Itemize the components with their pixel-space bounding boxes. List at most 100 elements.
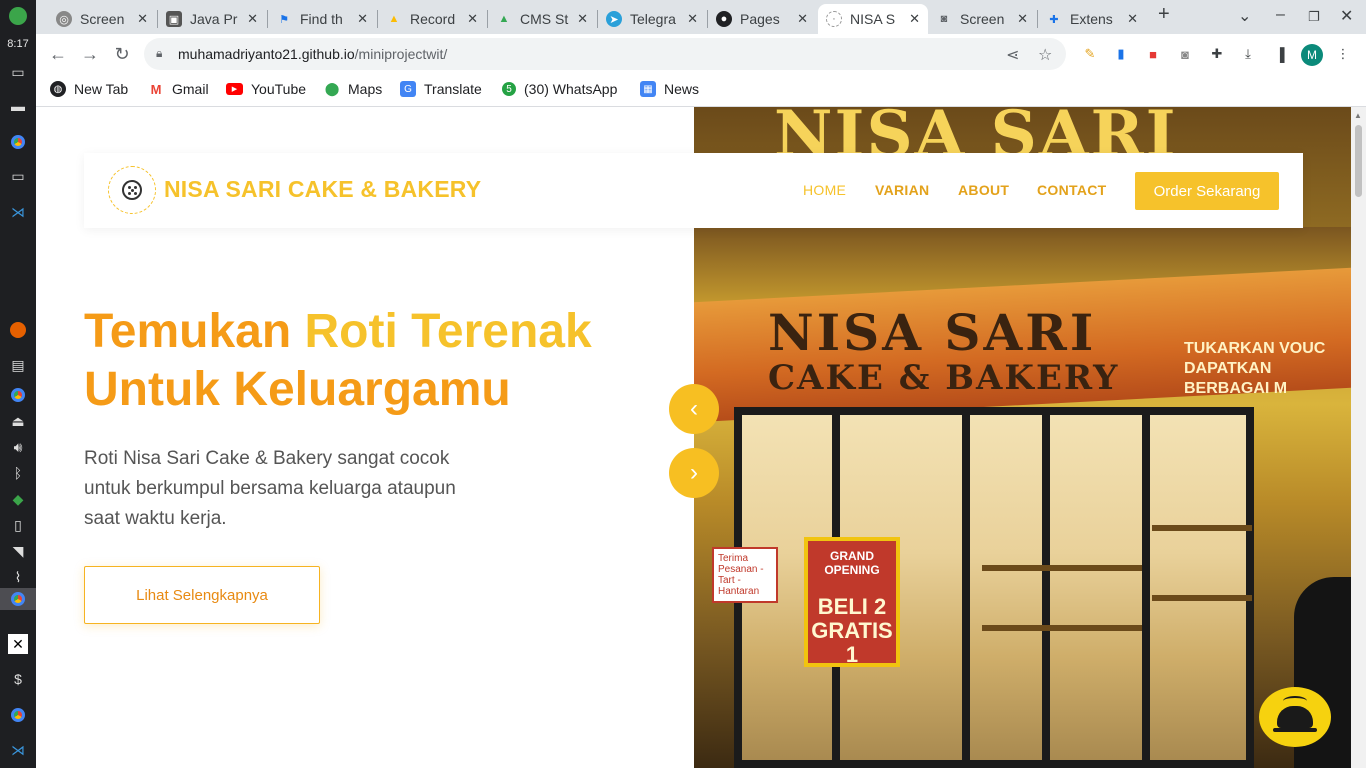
floating-bread-button[interactable]	[1259, 687, 1331, 747]
nav-about[interactable]: ABOUT	[958, 182, 1009, 198]
vscode-icon[interactable]: ⋊	[8, 740, 28, 760]
tab[interactable]: ▲ CMS St ✕	[488, 4, 596, 34]
browser-toolbar: ← → ↻ 🔒︎ muhamadriyanto21.github.io/mini…	[36, 34, 1366, 74]
bookmark-new-tab[interactable]: ◍ New Tab	[50, 81, 128, 97]
tab[interactable]: ✚ Extens ✕	[1038, 4, 1146, 34]
bookmark-label: YouTube	[251, 81, 307, 97]
tab-label: Extens	[1070, 11, 1113, 27]
new-tab-button[interactable]: +	[1158, 3, 1170, 26]
bookmark-news[interactable]: ▦ News	[640, 81, 699, 97]
bookmark-youtube[interactable]: ▶ YouTube	[226, 81, 306, 97]
close-icon[interactable]: ✕	[1017, 11, 1028, 27]
terminal-icon[interactable]: ▭	[8, 62, 28, 82]
close-icon[interactable]: ✕	[909, 11, 920, 27]
close-icon[interactable]: ✕	[577, 11, 588, 27]
files-icon[interactable]: ▤	[8, 355, 28, 375]
address-bar[interactable]: 🔒︎ muhamadriyanto21.github.io/miniprojec…	[144, 38, 1066, 70]
eject-icon[interactable]: ⏏	[8, 411, 28, 431]
paperclip-icon[interactable]: ⌇	[8, 567, 28, 587]
poster-promo: BELI 2 GRATIS 1	[811, 594, 893, 667]
brand-name[interactable]: NISA SARI CAKE & BAKERY	[164, 176, 481, 203]
tab-label: Record	[410, 11, 456, 27]
bookmark-star-icon[interactable]: ☆	[1038, 45, 1052, 65]
tab[interactable]: ◎ Screen ✕	[48, 4, 156, 34]
bookmark-maps[interactable]: ⬤ Maps	[324, 81, 383, 97]
logo[interactable]	[108, 166, 156, 214]
banner-line-1: NISA SARI	[768, 303, 1097, 362]
tab[interactable]: ▲ Record ✕	[378, 4, 486, 34]
minimize-button[interactable]: –	[1276, 6, 1285, 24]
terminal-icon[interactable]: $	[8, 669, 28, 689]
chrome-icon[interactable]	[8, 385, 28, 405]
globe-icon: ◍	[50, 81, 66, 97]
extensions-puzzle-icon[interactable]: ✚	[1208, 45, 1226, 63]
tab-label: Pages	[740, 11, 780, 27]
download-icon[interactable]: ⤓	[1239, 45, 1257, 63]
tab[interactable]: ⚑ Find th ✕	[268, 4, 376, 34]
clipboard-icon[interactable]: ▯	[8, 515, 28, 535]
see-more-button[interactable]: Lihat Selengkapnya	[84, 566, 320, 624]
tab[interactable]: ▣ Java Pr ✕	[158, 4, 266, 34]
profile-avatar[interactable]: M	[1301, 44, 1323, 66]
tab[interactable]: ➤ Telegra ✕	[598, 4, 706, 34]
forward-button[interactable]: →	[78, 42, 102, 66]
nav-home[interactable]: HOME	[803, 182, 846, 198]
dots-extension-icon[interactable]: ■	[1144, 45, 1162, 63]
close-icon[interactable]: ✕	[687, 11, 698, 27]
telegram-icon: ➤	[606, 11, 622, 27]
share-icon[interactable]: ⋖	[1006, 45, 1019, 65]
close-icon[interactable]: ✕	[467, 11, 478, 27]
chrome-icon[interactable]	[8, 705, 28, 725]
document-extension-icon[interactable]: ▮	[1112, 45, 1130, 63]
bookmark-translate[interactable]: G Translate	[400, 81, 482, 97]
banner-line-2: CAKE & BAKERY	[768, 358, 1120, 398]
screenshot-extension-icon[interactable]: ◙	[1176, 45, 1194, 63]
tab-active[interactable]: · NISA S ✕	[818, 4, 928, 34]
bookmark-gmail[interactable]: M Gmail	[148, 81, 209, 97]
close-icon[interactable]: ✕	[797, 11, 808, 27]
close-icon[interactable]: ✕	[357, 11, 368, 27]
close-icon[interactable]: ✕	[137, 11, 148, 27]
camera-icon: ◙	[940, 13, 948, 25]
firefox-icon[interactable]	[8, 320, 28, 340]
close-icon[interactable]: ✕	[1127, 11, 1138, 27]
tab-search-chevron-icon[interactable]: ⌄	[1238, 6, 1251, 26]
nav-contact[interactable]: CONTACT	[1037, 182, 1107, 198]
back-button[interactable]: ←	[46, 42, 70, 66]
side-panel-icon[interactable]: ▐	[1271, 45, 1289, 63]
bookmark-label: Translate	[424, 81, 482, 97]
close-window-button[interactable]: ✕	[1340, 6, 1353, 26]
tab-strip: ◎ Screen ✕ ▣ Java Pr ✕ ⚑ Find th ✕ ▲ Rec…	[36, 0, 1366, 34]
page-scrollbar[interactable]: ▲	[1351, 107, 1366, 768]
os-taskbar: 8:17 ▭ ▬ ▭ ⋊ ▤ ⏏ 🔊︎ ᛒ ◆ ▯ ◥ ⌇ ✕ $ ⋊	[0, 0, 36, 768]
google-drive-icon: ▲	[498, 13, 510, 25]
order-now-button[interactable]: Order Sekarang	[1135, 172, 1279, 210]
wifi-icon[interactable]: ◥	[8, 541, 28, 561]
tab[interactable]: ◙ Screen ✕	[928, 4, 1036, 34]
package-icon[interactable]: ◆	[8, 489, 28, 509]
launcher-icon[interactable]	[8, 6, 28, 26]
bookmark-label: News	[664, 81, 700, 97]
volume-icon[interactable]: 🔊︎	[8, 437, 28, 457]
terminal-icon[interactable]: ▭	[8, 166, 28, 186]
vscode-icon[interactable]: ⋊	[8, 202, 28, 222]
carousel-next-button[interactable]: ›	[669, 448, 719, 498]
nav-varian[interactable]: VARIAN	[875, 182, 929, 198]
tab-label: Java Pr	[190, 11, 238, 27]
lock-icon[interactable]: 🔒︎	[156, 46, 162, 61]
scroll-up-icon[interactable]: ▲	[1354, 111, 1362, 120]
chrome-icon[interactable]	[8, 132, 28, 152]
restore-button[interactable]: ❐	[1308, 9, 1320, 25]
chevron-left-icon: ‹	[690, 395, 698, 422]
close-icon[interactable]: ✕	[247, 11, 258, 27]
reload-button[interactable]: ↻	[110, 42, 134, 66]
bookmark-whatsapp[interactable]: 5 (30) WhatsApp	[502, 81, 617, 97]
eyedropper-extension-icon[interactable]: ✎	[1081, 45, 1099, 63]
folder-icon[interactable]: ▬	[8, 96, 28, 116]
tab[interactable]: ● Pages ✕	[708, 4, 816, 34]
scroll-thumb[interactable]	[1355, 125, 1362, 197]
chrome-icon[interactable]	[8, 589, 28, 609]
x-app-icon[interactable]: ✕	[8, 634, 28, 654]
bluetooth-icon[interactable]: ᛒ	[8, 463, 28, 483]
menu-kebab-icon[interactable]: ⋮	[1334, 45, 1352, 63]
